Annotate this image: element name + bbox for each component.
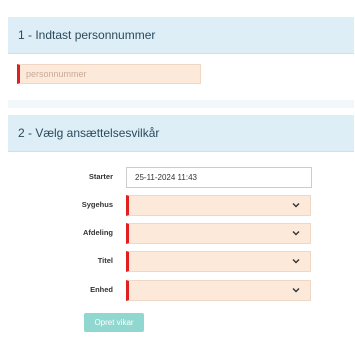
create-substitute-button[interactable]: Opret vikar <box>84 313 144 332</box>
chevron-down-icon <box>292 257 300 265</box>
starter-field[interactable]: 25-11-2024 11:43 <box>126 167 312 188</box>
cpr-input[interactable] <box>17 64 201 84</box>
section-divider <box>8 100 354 108</box>
form-row-enhed: Enhed <box>0 280 355 301</box>
enhed-select[interactable] <box>126 280 311 301</box>
titel-label: Titel <box>97 256 113 265</box>
section-header-cpr: 1 - Indtast personnummer <box>8 17 354 54</box>
sygehus-select[interactable] <box>126 195 311 216</box>
form-row-starter: Starter 25-11-2024 11:43 <box>0 167 355 188</box>
starter-label: Starter <box>88 172 113 181</box>
afdeling-select[interactable] <box>126 223 311 244</box>
titel-select[interactable] <box>126 251 311 272</box>
page: 1 - Indtast personnummer 2 - Vælg ansætt… <box>0 0 355 338</box>
sygehus-label: Sygehus <box>81 200 113 209</box>
section-title-cpr: 1 - Indtast personnummer <box>18 28 156 42</box>
section-title-terms: 2 - Vælg ansættelsesvilkår <box>18 126 160 140</box>
section-header-terms: 2 - Vælg ansættelsesvilkår <box>8 115 354 152</box>
enhed-label: Enhed <box>90 285 113 294</box>
form-row-sygehus: Sygehus <box>0 195 355 216</box>
chevron-down-icon <box>292 229 300 237</box>
form-row-titel: Titel <box>0 251 355 272</box>
form-row-afdeling: Afdeling <box>0 223 355 244</box>
afdeling-label: Afdeling <box>83 228 113 237</box>
chevron-down-icon <box>292 201 300 209</box>
starter-value: 25-11-2024 11:43 <box>135 173 197 182</box>
chevron-down-icon <box>292 286 300 294</box>
